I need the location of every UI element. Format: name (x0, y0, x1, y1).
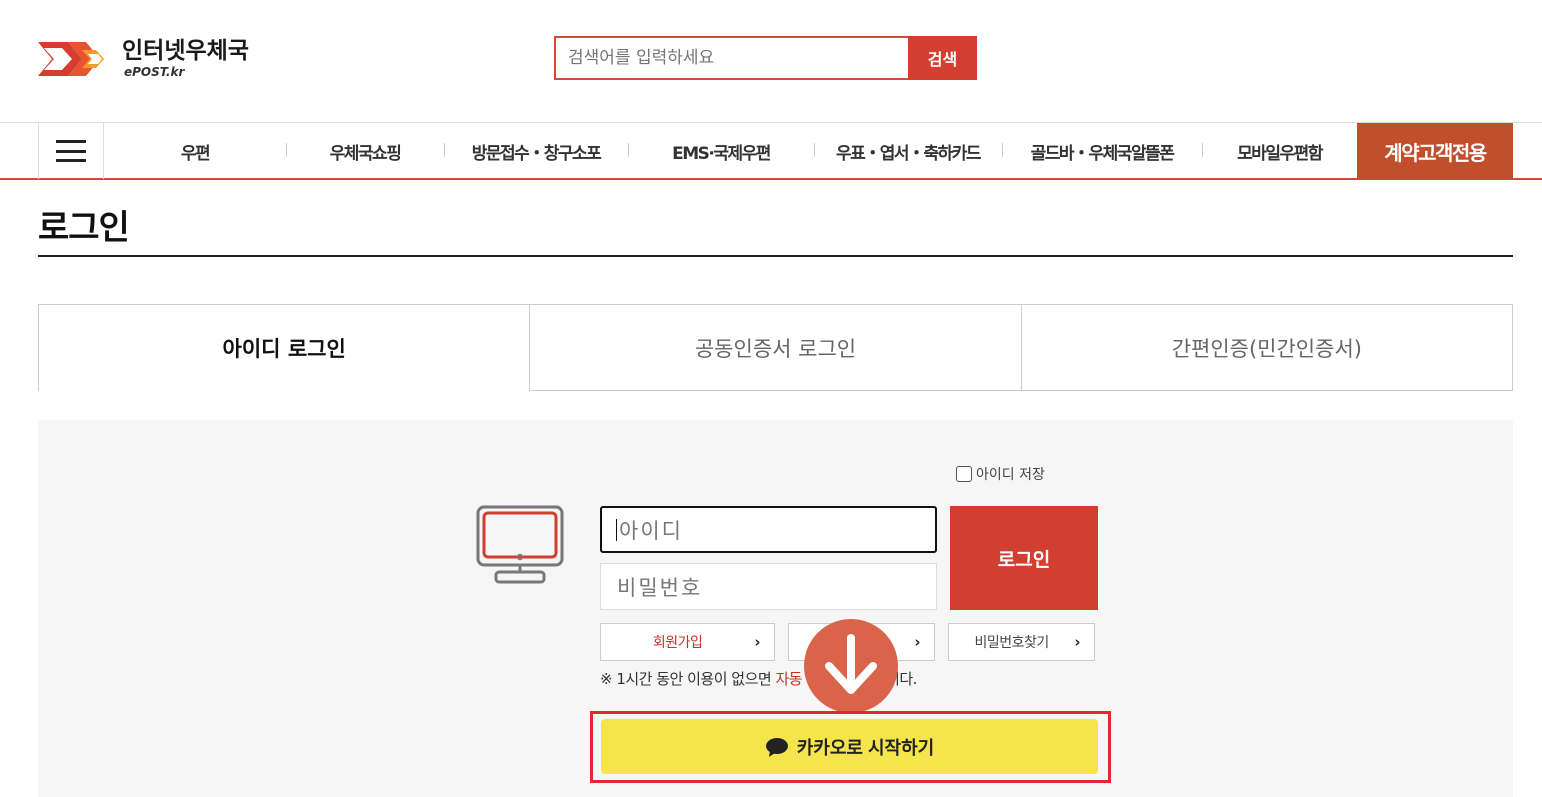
nav-item-mobile-mailbox[interactable]: 모바일우편함 (1202, 139, 1357, 164)
password-input-placeholder: 비밀번호 (617, 575, 703, 600)
save-id-checkbox[interactable] (956, 466, 972, 482)
tab-simple-auth[interactable]: 간편인증(민간인증서) (1021, 304, 1513, 391)
search-bar: 검색 (554, 36, 977, 80)
save-id-label: 아이디 저장 (976, 467, 1045, 483)
logo-title: 인터넷우체국 (122, 38, 249, 64)
page-title: 로그인 (38, 208, 130, 248)
nav-contract-customers[interactable]: 계약고객전용 (1357, 123, 1513, 179)
search-button[interactable]: 검색 (908, 36, 977, 80)
signup-label: 회원가입 (652, 635, 703, 651)
nav-item-ems[interactable]: EMS·국제우편 (628, 139, 814, 164)
tab-id-login[interactable]: 아이디 로그인 (38, 304, 531, 391)
tab-certificate-login[interactable]: 공동인증서 로그인 (530, 304, 1022, 391)
all-menu-button[interactable] (38, 123, 104, 179)
epost-logo-icon (38, 42, 104, 76)
arrow-down-icon (804, 619, 898, 713)
notice-highlight: 자동 (775, 670, 803, 688)
kakao-login-label: 카카오로 시작하기 (796, 737, 935, 758)
nav-item-mail[interactable]: 우편 (104, 139, 286, 164)
find-password-button[interactable]: 비밀번호찾기 › (948, 623, 1095, 661)
chevron-right-icon: › (754, 633, 760, 651)
hamburger-icon (56, 140, 86, 162)
login-tabs: 아이디 로그인 공동인증서 로그인 간편인증(민간인증서) (38, 304, 1513, 391)
nav-items: 우편 우체국쇼핑 방문접수・창구소포 EMS·국제우편 우표・엽서・축하카드 골… (104, 123, 1357, 179)
id-input-placeholder: 아이디 (619, 518, 683, 543)
find-password-label: 비밀번호찾기 (974, 635, 1050, 651)
search-input[interactable] (554, 36, 908, 80)
nav-item-visit-parcel[interactable]: 방문접수・창구소포 (444, 139, 628, 164)
nav-item-shopping[interactable]: 우체국쇼핑 (286, 139, 444, 164)
password-input[interactable]: 비밀번호 (600, 563, 937, 610)
main-nav: 우편 우체국쇼핑 방문접수・창구소포 EMS·국제우편 우표・엽서・축하카드 골… (0, 122, 1542, 180)
nav-item-goldbar-phone[interactable]: 골드바・우체국알뜰폰 (1002, 139, 1202, 164)
login-button[interactable]: 로그인 (950, 506, 1098, 610)
chevron-right-icon: › (914, 633, 920, 651)
text-caret (616, 518, 617, 541)
save-id-option[interactable]: 아이디 저장 (956, 464, 1045, 484)
speech-bubble-icon (765, 737, 788, 757)
kakao-login-button[interactable]: 카카오로 시작하기 (601, 719, 1098, 774)
site-header: 인터넷우체국 ePOST.kr 검색 (0, 0, 1542, 122)
id-input[interactable]: 아이디 (600, 506, 937, 553)
arrow-down-glyph (825, 634, 877, 694)
monitor-icon (476, 505, 564, 584)
epost-logo[interactable]: 인터넷우체국 ePOST.kr (38, 36, 278, 82)
notice-prefix: ※ 1시간 동안 이용이 없으면 (600, 670, 776, 688)
logo-subtitle: ePOST.kr (124, 65, 185, 79)
chevron-right-icon: › (1074, 633, 1080, 651)
title-divider (38, 255, 1513, 257)
nav-item-stamps-cards[interactable]: 우표・엽서・축하카드 (814, 139, 1002, 164)
signup-button[interactable]: 회원가입 › (600, 623, 775, 661)
